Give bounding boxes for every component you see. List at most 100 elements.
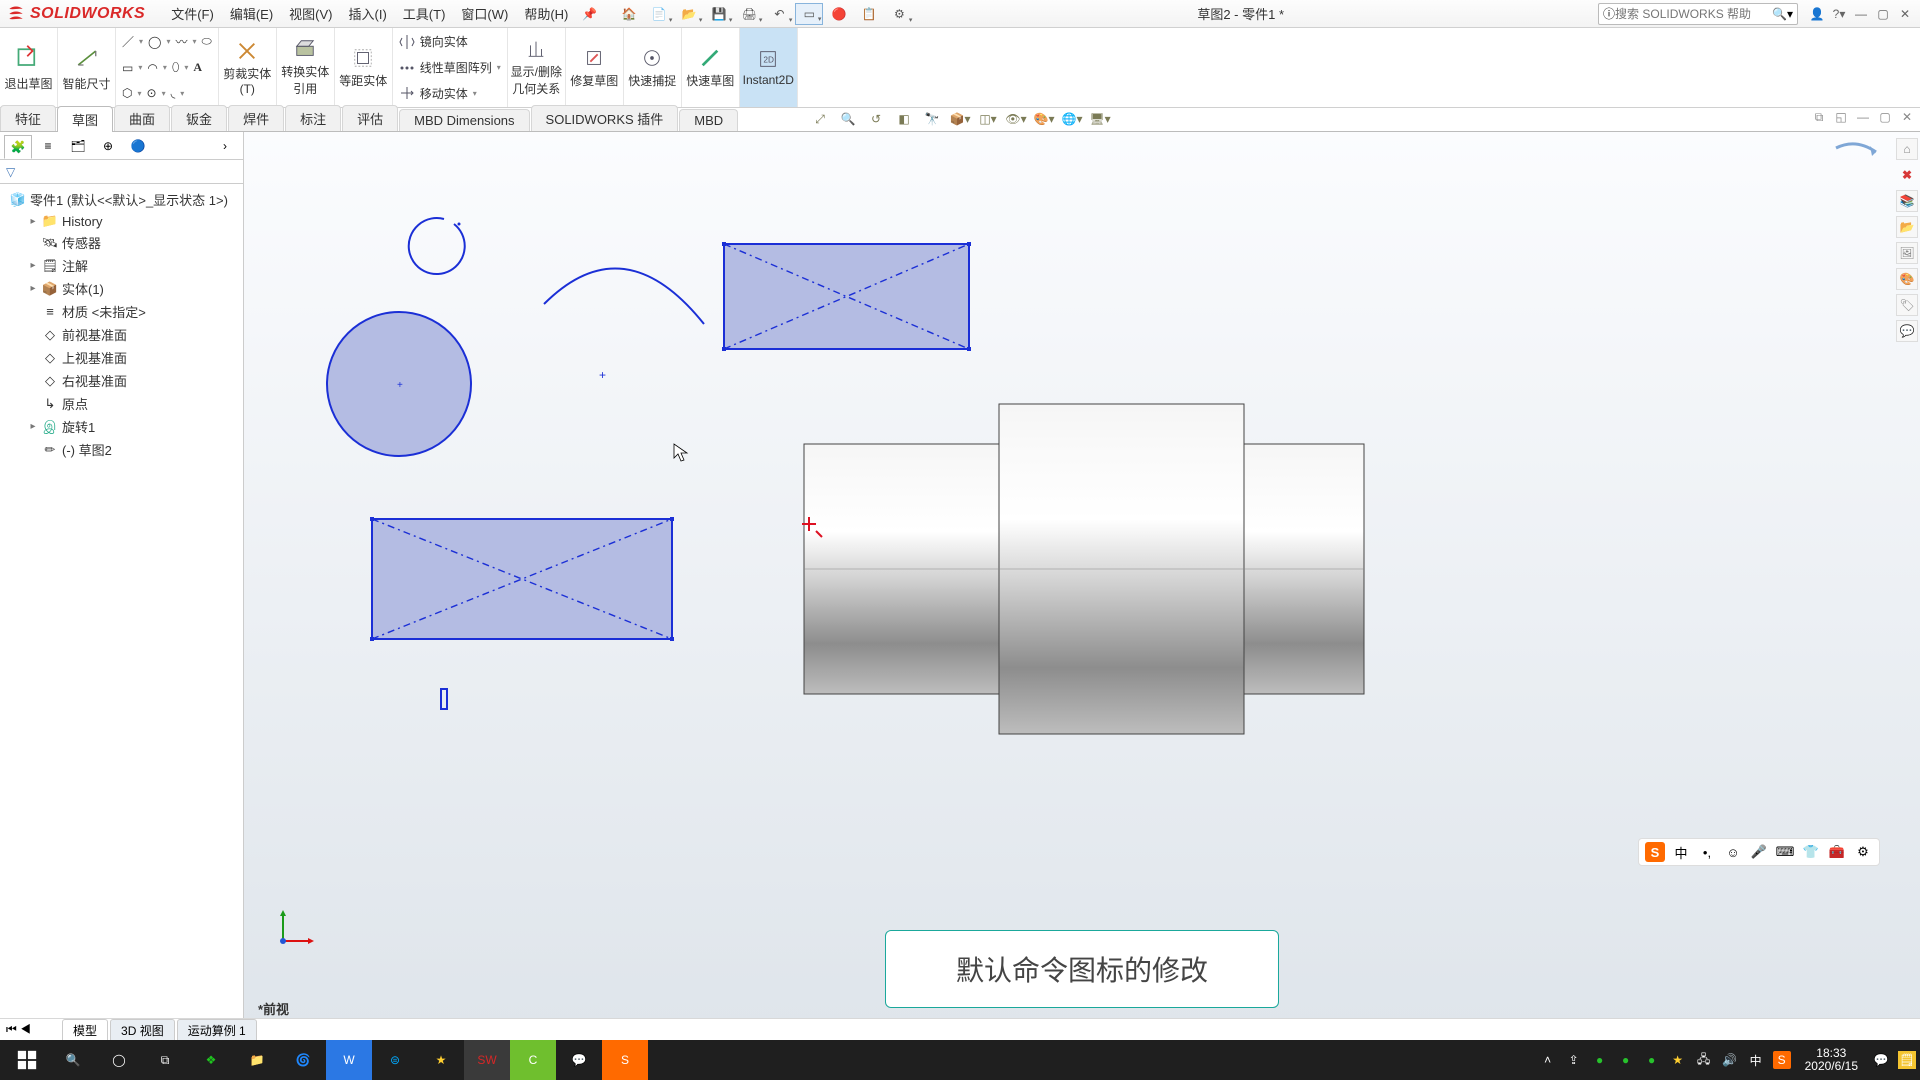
file-explorer-icon[interactable]: 📂 — [1896, 216, 1918, 238]
instant2d-button[interactable]: 2D Instant2D — [740, 28, 798, 107]
tree-sketch2[interactable]: ✏(-) 草图2 — [2, 438, 241, 461]
tree-right-plane[interactable]: ◇右视基准面 — [2, 369, 241, 392]
tree-solid-bodies[interactable]: ▸📦实体(1) — [2, 277, 241, 300]
taskbar-app-5[interactable]: ★ — [418, 1040, 464, 1080]
tab-evaluate[interactable]: 评估 — [342, 105, 398, 131]
section-view-icon[interactable]: ◧ — [893, 109, 915, 129]
design-library-icon[interactable]: 📚 — [1896, 190, 1918, 212]
fillet-tool[interactable]: ◟ — [171, 86, 176, 100]
tree-root[interactable]: 🧊零件1 (默认<<默认>_显示状态 1>) — [2, 188, 241, 211]
undo-button[interactable]: ↶▾ — [765, 3, 793, 25]
repair-sketch-button[interactable]: 修复草图 — [566, 28, 624, 107]
fm-config-tab[interactable]: 🗂 — [64, 134, 92, 158]
tab-mbd[interactable]: MBD — [679, 109, 738, 131]
search-icon[interactable]: 🔍▾ — [1772, 7, 1793, 21]
new-button[interactable]: 📄▾ — [645, 3, 673, 25]
tree-material[interactable]: ≡材质 <未指定> — [2, 300, 241, 323]
menu-edit[interactable]: 编辑(E) — [222, 0, 281, 27]
tray-network-icon[interactable]: 🖧 — [1695, 1051, 1713, 1069]
circle-tool[interactable]: ◯ — [148, 35, 161, 49]
menu-help[interactable]: 帮助(H) — [516, 0, 576, 27]
rectangle-tool[interactable]: ▭ — [122, 61, 133, 75]
quick-snap-button[interactable]: 快速捕捉 — [624, 28, 682, 107]
tray-ime-lang-icon[interactable]: 中 — [1747, 1051, 1765, 1069]
fm-property-tab[interactable]: ≡ — [34, 134, 62, 158]
exit-sketch-button[interactable]: 退出草图 — [0, 28, 58, 107]
taskbar-wechat[interactable]: 💬 — [556, 1040, 602, 1080]
view-settings-icon[interactable]: 🖥▾ — [1089, 109, 1111, 129]
tab-model[interactable]: 模型 — [62, 1019, 108, 1041]
tree-annotations[interactable]: ▸🗒注解 — [2, 254, 241, 277]
maximize-button[interactable]: ▢ — [1874, 7, 1892, 21]
tray-app4-icon[interactable]: ★ — [1669, 1051, 1687, 1069]
minimize-button[interactable]: — — [1852, 7, 1870, 21]
spline-tool[interactable]: 〰 — [175, 33, 187, 50]
user-icon[interactable]: 👤 — [1808, 7, 1826, 21]
tab-features[interactable]: 特征 — [0, 105, 56, 131]
tree-history[interactable]: ▸📁History — [2, 211, 241, 231]
forum-icon[interactable]: 💬 — [1896, 320, 1918, 342]
tray-volume-icon[interactable]: 🔊 — [1721, 1051, 1739, 1069]
doc-minimize-button[interactable]: — — [1854, 110, 1872, 125]
tab-annotate[interactable]: 标注 — [285, 105, 341, 131]
appearances-icon[interactable]: 🎨 — [1896, 268, 1918, 290]
doc-maximize-button[interactable]: ▢ — [1876, 110, 1894, 125]
tree-revolve[interactable]: ▸இ旋转1 — [2, 415, 241, 438]
start-button[interactable] — [4, 1040, 50, 1080]
slot-tool[interactable]: ⬯ — [172, 60, 180, 75]
view-palette-icon[interactable]: 🖼 — [1896, 242, 1918, 264]
pin-icon[interactable]: 📌 — [582, 7, 597, 21]
file-props-button[interactable]: 📋 — [855, 3, 883, 25]
menu-view[interactable]: 视图(V) — [281, 0, 340, 27]
tab-mbd-dimensions[interactable]: MBD Dimensions — [399, 109, 529, 131]
point-tool[interactable]: ⊙ — [147, 86, 157, 100]
options-button[interactable]: ⚙▾ — [885, 3, 913, 25]
arc-tool[interactable]: ◠ — [147, 61, 157, 75]
ime-keyboard-icon[interactable]: ⌨ — [1775, 842, 1795, 862]
cortana-icon[interactable]: ◯ — [96, 1040, 142, 1080]
home-button[interactable]: 🏠 — [615, 3, 643, 25]
graphics-area[interactable]: + + — [244, 132, 1920, 1026]
apply-scene-icon[interactable]: 🌐▾ — [1061, 109, 1083, 129]
feature-tree[interactable]: 🧊零件1 (默认<<默认>_显示状态 1>) ▸📁History 🛰传感器 ▸🗒… — [0, 184, 243, 1026]
search-input[interactable] — [1615, 7, 1772, 21]
taskbar-app-2[interactable]: 🌀 — [280, 1040, 326, 1080]
taskbar-explorer[interactable]: 📁 — [234, 1040, 280, 1080]
smart-dimension-button[interactable]: 智能尺寸 — [58, 28, 116, 107]
taskbar-app-6[interactable]: C — [510, 1040, 556, 1080]
taskbar-app-7[interactable]: S — [602, 1040, 648, 1080]
convert-entities-button[interactable]: 转换实体引用 — [277, 28, 335, 107]
mirror-entities-button[interactable]: 镜向实体 — [399, 31, 501, 53]
menu-window[interactable]: 窗口(W) — [453, 0, 516, 27]
line-tool[interactable]: ／ — [122, 33, 134, 50]
fm-expand-icon[interactable]: › — [211, 134, 239, 158]
select-button[interactable]: ▭▾ — [795, 3, 823, 25]
tray-ime-logo-icon[interactable]: S — [1773, 1051, 1791, 1069]
cancel-icon[interactable]: ✖ — [1896, 164, 1918, 186]
help-search[interactable]: ⓘ 🔍▾ — [1598, 3, 1798, 25]
display-style-icon[interactable]: ◫▾ — [977, 109, 999, 129]
tray-app2-icon[interactable]: ● — [1617, 1051, 1635, 1069]
tray-app3-icon[interactable]: ● — [1643, 1051, 1661, 1069]
print-button[interactable]: 🖨▾ — [735, 3, 763, 25]
menu-insert[interactable]: 插入(I) — [341, 0, 395, 27]
dynamic-view-icon[interactable]: 🔭 — [921, 109, 943, 129]
taskbar-app-4[interactable]: ⊜ — [372, 1040, 418, 1080]
tray-usb-icon[interactable]: ⇪ — [1565, 1051, 1583, 1069]
ime-toolbox-icon[interactable]: 🧰 — [1827, 842, 1847, 862]
open-button[interactable]: 📂▾ — [675, 3, 703, 25]
trim-entities-button[interactable]: 剪裁实体(T) — [219, 28, 277, 107]
taskbar-search[interactable]: 🔍 — [50, 1040, 96, 1080]
move-entities-button[interactable]: 移动实体▾ — [399, 82, 501, 104]
hide-show-icon[interactable]: 👁▾ — [1005, 109, 1027, 129]
tab-motion[interactable]: 运动算例 1 — [177, 1019, 257, 1041]
zoom-fit-icon[interactable]: ⤢ — [809, 109, 831, 129]
tray-clock[interactable]: 18:33 2020/6/15 — [1799, 1047, 1864, 1073]
taskbar-app-1[interactable]: ❖ — [188, 1040, 234, 1080]
edit-appearance-icon[interactable]: 🎨▾ — [1033, 109, 1055, 129]
text-tool[interactable]: A — [193, 60, 202, 75]
tab-nav-first[interactable]: ⏮ ◀ — [6, 1022, 62, 1037]
help-icon[interactable]: ?▾ — [1830, 7, 1848, 21]
tab-3dview[interactable]: 3D 视图 — [110, 1019, 175, 1041]
tray-notification-icon[interactable]: 💬 — [1872, 1051, 1890, 1069]
